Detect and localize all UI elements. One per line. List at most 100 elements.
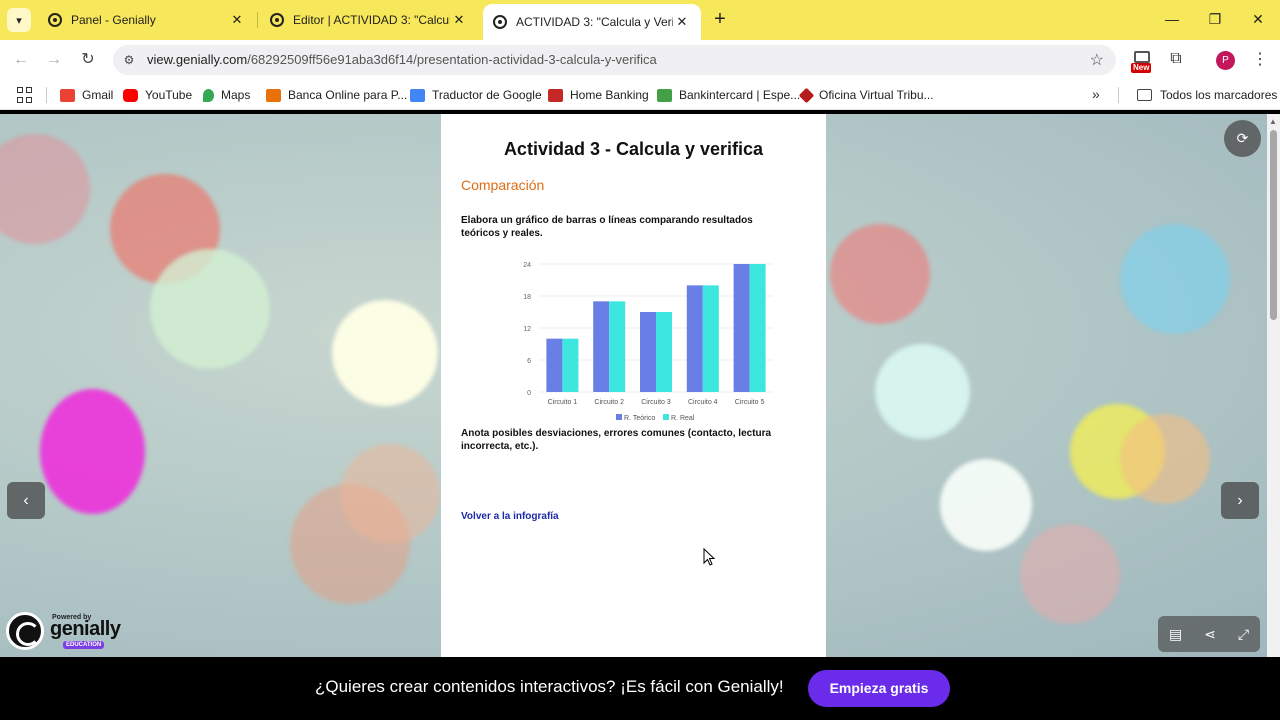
bookmark-banca-online[interactable]: Banca Online para P...	[266, 87, 407, 103]
scroll-up-icon[interactable]: ▲	[1269, 117, 1277, 126]
genially-brand-text: genially	[50, 618, 121, 640]
background-bokeh	[1120, 414, 1210, 504]
powered-by-genially[interactable]: Powered by genially EDUCATION	[6, 612, 121, 652]
close-window-button[interactable]: ✕	[1238, 6, 1278, 32]
background-bokeh	[830, 224, 930, 324]
home-banking-icon	[548, 88, 563, 102]
tab-close-icon[interactable]: ✕	[228, 12, 246, 28]
background-bokeh	[340, 444, 440, 544]
bar-teorico	[686, 285, 703, 392]
presentation-viewport: Actividad 3 - Calcula y verifica Compara…	[0, 114, 1280, 657]
instruction-text: Elabora un gráfico de barras o líneas co…	[461, 215, 753, 239]
bar-real	[609, 301, 626, 392]
x-tick-label: Circuito 3	[641, 399, 671, 406]
page-scrollbar[interactable]: ▲	[1267, 114, 1280, 657]
tab-label: Editor | ACTIVIDAD 3: "Calcula y	[293, 13, 450, 27]
tab-editor[interactable]: Editor | ACTIVIDAD 3: "Calcula y ✕	[260, 4, 478, 36]
x-tick-label: Circuito 2	[594, 399, 624, 406]
bankintercard-icon	[657, 88, 672, 102]
youtube-icon	[123, 88, 138, 102]
background-bokeh	[332, 300, 438, 406]
legend-label: R. Real	[671, 415, 695, 422]
background-bokeh	[1120, 224, 1230, 334]
tab-close-icon[interactable]: ✕	[450, 12, 468, 28]
bar-real	[702, 285, 719, 392]
forward-arrow-icon[interactable]: →	[42, 48, 66, 72]
bookmark-gmail[interactable]: Gmail	[60, 87, 113, 103]
legend-swatch	[663, 414, 669, 420]
bookmark-oficina-virtual[interactable]: Oficina Virtual Tribu...	[798, 87, 934, 103]
bookmark-traductor[interactable]: Traductor de Google	[410, 87, 542, 103]
bar-teorico	[593, 301, 610, 392]
new-tab-button[interactable]: +	[710, 8, 730, 32]
deviation-text: Anota posibles desviaciones, errores com…	[461, 428, 772, 452]
tab-panel-genially[interactable]: Panel - Genially ✕	[38, 4, 256, 36]
slide-subtitle: Comparación	[461, 177, 545, 193]
bookmark-home-banking[interactable]: Home Banking	[548, 87, 649, 103]
y-tick-label: 24	[523, 262, 531, 269]
genially-favicon-icon	[48, 13, 62, 27]
slides-stack-icon[interactable]: ▤	[1169, 626, 1182, 643]
legend-label: R. Teórico	[624, 415, 655, 422]
tab-actividad-3[interactable]: ACTIVIDAD 3: "Calcula y Verifica ✕	[483, 4, 701, 40]
background-bokeh	[1020, 524, 1120, 624]
extensions-puzzle-icon[interactable]: ⧉	[1166, 50, 1186, 70]
maps-pin-icon	[203, 88, 214, 102]
background-bokeh	[150, 249, 270, 369]
mouse-cursor-icon	[703, 548, 715, 566]
back-to-infographic-link[interactable]: Volver a la infografía	[461, 511, 559, 522]
bookmark-star-icon[interactable]: ☆	[1090, 50, 1104, 70]
tab-label: Panel - Genially	[71, 13, 156, 27]
tab-search-button[interactable]: ▾	[7, 8, 31, 32]
legend-swatch	[616, 414, 622, 420]
rotate-view-icon[interactable]: ⟳	[1224, 120, 1261, 157]
fullscreen-icon[interactable]: ⤢	[1238, 626, 1249, 643]
back-arrow-icon[interactable]: ←	[9, 48, 33, 72]
education-badge: EDUCATION	[63, 641, 105, 649]
address-bar[interactable]: ⚙ view.genially.com/68292509ff56e91aba3d…	[113, 45, 1116, 75]
browser-menu-icon[interactable]: ⋮	[1252, 50, 1268, 70]
bar-real	[656, 312, 672, 392]
x-tick-label: Circuito 5	[735, 399, 765, 406]
bookmark-maps[interactable]: Maps	[203, 87, 250, 103]
bookmarks-overflow-icon[interactable]: »	[1092, 86, 1100, 102]
reload-icon[interactable]: ↻	[76, 48, 100, 72]
bar-real	[749, 264, 766, 392]
all-bookmarks-folder[interactable]: Todos los marcadores	[1137, 87, 1277, 103]
promo-banner: ¿Quieres crear contenidos interactivos? …	[0, 657, 1280, 720]
bookmark-divider	[1118, 87, 1119, 103]
extension-new-icon[interactable]: New	[1131, 49, 1153, 73]
folder-icon	[1137, 89, 1152, 101]
share-icon[interactable]: ⋖	[1204, 626, 1216, 643]
tab-label: ACTIVIDAD 3: "Calcula y Verifica	[516, 15, 673, 29]
bar-teorico	[733, 264, 750, 392]
bookmark-youtube[interactable]: YouTube	[123, 87, 192, 103]
apps-grid-icon[interactable]	[17, 87, 33, 103]
minimize-button[interactable]: —	[1152, 6, 1192, 32]
scrollbar-thumb[interactable]	[1270, 130, 1277, 320]
start-free-button[interactable]: Empieza gratis	[808, 670, 950, 707]
bar-teorico	[546, 338, 563, 392]
x-tick-label: Circuito 4	[688, 399, 718, 406]
y-tick-label: 0	[527, 390, 531, 397]
x-tick-label: Circuito 1	[548, 399, 578, 406]
gmail-icon	[60, 88, 75, 102]
tab-close-icon[interactable]: ✕	[673, 14, 691, 30]
y-tick-label: 18	[523, 294, 531, 301]
site-info-icon[interactable]: ⚙	[121, 52, 137, 68]
tab-divider	[257, 12, 258, 28]
bank-logo-icon	[266, 88, 281, 102]
genially-logo-icon	[6, 612, 44, 650]
profile-avatar[interactable]: P	[1216, 51, 1235, 70]
tab-strip: ▾ Panel - Genially ✕ Editor | ACTIVIDAD …	[0, 0, 1280, 40]
next-slide-button[interactable]: ›	[1221, 482, 1259, 519]
background-bokeh	[875, 344, 970, 439]
restore-button[interactable]: ❐	[1195, 6, 1235, 32]
bookmarks-bar: Gmail YouTube Maps Banca Online para P..…	[0, 80, 1280, 110]
bookmark-divider	[46, 87, 47, 103]
prev-slide-button[interactable]: ‹	[7, 482, 45, 519]
bookmark-bankintercard[interactable]: Bankintercard | Espe...	[657, 87, 800, 103]
background-bokeh	[0, 134, 90, 244]
translate-icon	[410, 88, 425, 102]
url-text[interactable]: view.genially.com/68292509ff56e91aba3d6f…	[147, 52, 657, 67]
